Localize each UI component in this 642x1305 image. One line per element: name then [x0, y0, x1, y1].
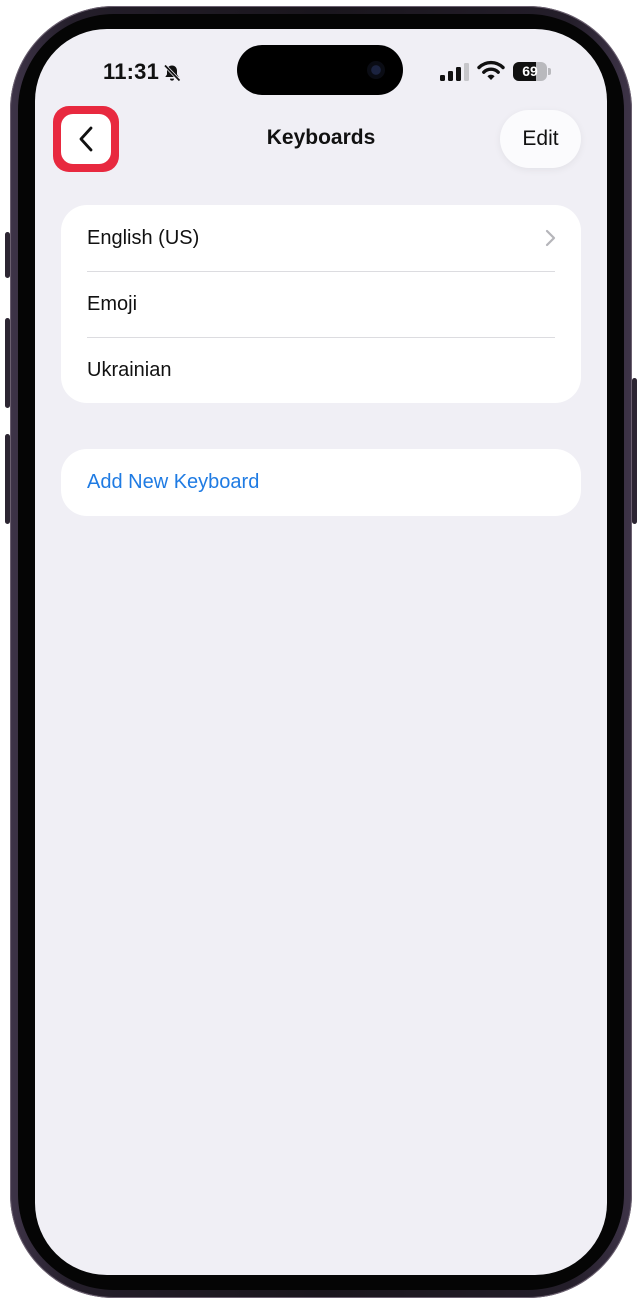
keyboard-row-emoji[interactable]: Emoji [61, 271, 581, 337]
add-keyboard-group: Add New Keyboard [61, 449, 581, 516]
volume-up-button [5, 318, 10, 408]
front-camera [367, 61, 385, 79]
bell-slash-icon [163, 64, 181, 82]
cellular-signal-icon [440, 63, 469, 81]
screen: 11:31 69 Keyboards Edit English (US) Emo… [35, 29, 607, 1275]
keyboards-list: English (US) Emoji Ukrainian [61, 205, 581, 403]
volume-down-button [5, 434, 10, 524]
keyboard-label: English (US) [87, 227, 200, 249]
battery-body: 69 [513, 62, 547, 81]
wifi-icon [477, 60, 505, 80]
status-time: 11:31 [103, 59, 160, 84]
keyboard-row-english-us[interactable]: English (US) [61, 205, 581, 271]
action-button [5, 232, 10, 278]
keyboard-label: Ukrainian [87, 359, 172, 381]
dynamic-island [237, 45, 403, 95]
chevron-right-icon [545, 229, 556, 247]
add-new-keyboard-button[interactable]: Add New Keyboard [61, 449, 581, 516]
keyboard-label: Emoji [87, 293, 138, 315]
edit-button[interactable]: Edit [500, 110, 581, 168]
battery-indicator: 69 [513, 62, 551, 81]
battery-cap [548, 68, 551, 75]
battery-percent: 69 [522, 63, 538, 79]
power-button [632, 378, 637, 524]
keyboard-row-ukrainian[interactable]: Ukrainian [61, 337, 581, 403]
